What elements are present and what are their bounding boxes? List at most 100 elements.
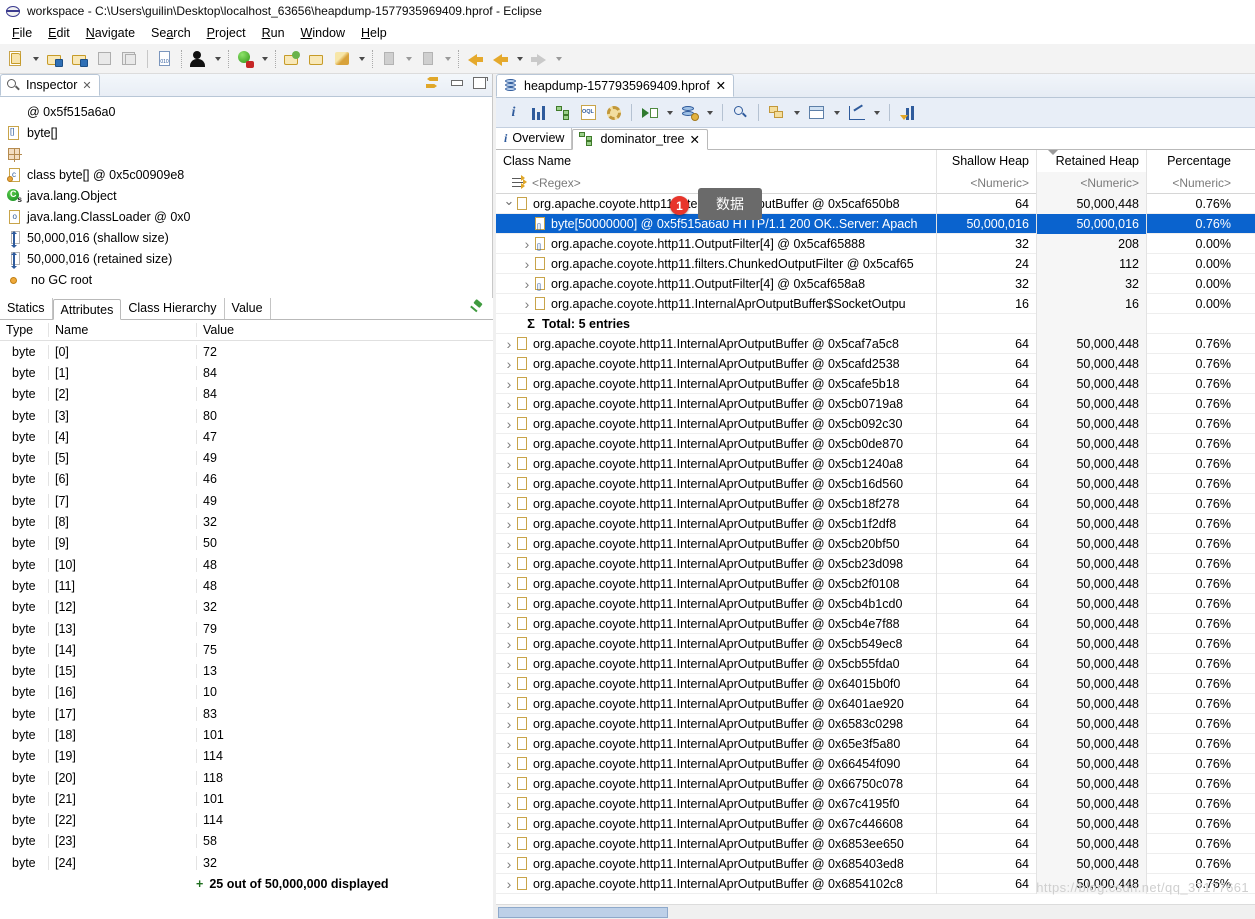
run-button[interactable] (233, 47, 257, 71)
calculator-button[interactable] (805, 101, 828, 124)
close-icon[interactable]: ✕ (82, 79, 91, 92)
expand-twisty-icon[interactable] (502, 694, 516, 714)
menu-run[interactable]: Run (254, 24, 293, 42)
table-row[interactable]: org.apache.coyote.http11.InternalAprOutp… (496, 794, 1255, 814)
find-button[interactable] (729, 101, 752, 124)
attribute-row[interactable]: byte[5]49 (0, 447, 493, 468)
attribute-row[interactable]: byte[12]32 (0, 597, 493, 618)
table-row[interactable]: org.apache.coyote.http11.InternalAprOutp… (496, 574, 1255, 594)
open-folder-button[interactable] (305, 47, 329, 71)
expand-twisty-icon[interactable] (502, 554, 516, 574)
tab-dominator-tree[interactable]: dominator_tree ✕ (572, 129, 708, 150)
attribute-row[interactable]: byte[23]58 (0, 831, 493, 852)
horizontal-scrollbar[interactable] (496, 904, 1255, 919)
pin-icon[interactable] (469, 301, 483, 315)
tab-inspector[interactable]: Inspector ✕ (0, 74, 100, 96)
table-row[interactable]: org.apache.coyote.http11.InternalAprOutp… (496, 714, 1255, 734)
inspector-row-class[interactable]: class byte[] @ 0x5c00909e8 (4, 164, 492, 185)
compare-button[interactable] (896, 101, 919, 124)
table-row[interactable]: org.apache.coyote.http11.InternalAprOutp… (496, 334, 1255, 354)
expand-twisty-icon[interactable] (502, 594, 516, 614)
step-return-dropdown[interactable] (441, 47, 454, 71)
quick-fix-dropdown[interactable] (355, 47, 368, 71)
back-dropdown[interactable] (513, 47, 526, 71)
calculator-dropdown[interactable] (830, 101, 843, 125)
attribute-row[interactable]: byte[13]79 (0, 618, 493, 639)
table-row[interactable]: org.apache.coyote.http11.InternalAprOutp… (496, 354, 1255, 374)
inspector-row-retained-size[interactable]: 50,000,016 (retained size) (4, 248, 492, 269)
collapse-twisty-icon[interactable] (502, 194, 516, 214)
table-row[interactable]: org.apache.coyote.http11.InternalAprOutp… (496, 394, 1255, 414)
attribute-row[interactable]: byte[16]10 (0, 682, 493, 703)
table-row[interactable]: org.apache.coyote.http11.InternalAprOutp… (496, 434, 1255, 454)
back-marker-button[interactable] (463, 47, 487, 71)
debug-dropdown[interactable] (211, 47, 224, 71)
expand-twisty-icon[interactable] (502, 434, 516, 454)
table-row[interactable]: org.apache.coyote.http11.InternalAprOutp… (496, 534, 1255, 554)
bytecode-button[interactable] (153, 47, 177, 71)
column-header-value[interactable]: Value (196, 323, 493, 337)
close-icon[interactable]: ✕ (690, 132, 700, 147)
tab-value[interactable]: Value (225, 298, 271, 319)
column-header-name[interactable]: Name (48, 323, 196, 337)
table-row[interactable]: org.apache.coyote.http11.InternalAprOutp… (496, 734, 1255, 754)
table-row[interactable]: org.apache.coyote.http11.InternalAprOutp… (496, 474, 1255, 494)
filter-percentage[interactable]: <Numeric> (1146, 172, 1238, 194)
tab-class-hierarchy[interactable]: Class Hierarchy (121, 298, 224, 319)
expand-twisty-icon[interactable] (502, 714, 516, 734)
tab-attributes[interactable]: Attributes (53, 299, 122, 320)
open-package-button[interactable] (280, 47, 304, 71)
back-button[interactable] (488, 47, 512, 71)
table-row[interactable]: org.apache.coyote.http11.InternalAprOutp… (496, 594, 1255, 614)
run-expert-system-button[interactable] (638, 101, 661, 124)
expand-twisty-icon[interactable] (502, 814, 516, 834)
horizontal-scrollbar-thumb[interactable] (498, 907, 668, 918)
new-wizard-button[interactable] (4, 47, 28, 71)
expand-twisty-icon[interactable] (502, 454, 516, 474)
expand-twisty-icon[interactable] (520, 234, 534, 254)
inspector-row-address[interactable]: @ 0x5f515a6a0 (4, 101, 492, 122)
inspector-row-gc-root[interactable]: no GC root (4, 269, 492, 290)
table-row[interactable]: org.apache.coyote.http11.InternalAprOutp… (496, 774, 1255, 794)
table-row[interactable]: org.apache.coyote.http11.InternalAprOutp… (496, 554, 1255, 574)
attribute-row[interactable]: byte[4]47 (0, 426, 493, 447)
table-row[interactable]: org.apache.coyote.http11.InternalAprOutp… (496, 514, 1255, 534)
calculate-retained-size-button[interactable] (602, 101, 625, 124)
table-row[interactable]: org.apache.coyote.http11.InternalAprOutp… (496, 854, 1255, 874)
attribute-row[interactable]: byte[14]75 (0, 639, 493, 660)
table-row[interactable]: org.apache.coyote.http11.InternalAprOutp… (496, 414, 1255, 434)
expand-twisty-icon[interactable] (502, 754, 516, 774)
expand-twisty-icon[interactable] (502, 334, 516, 354)
expand-twisty-icon[interactable] (502, 634, 516, 654)
forward-dropdown[interactable] (552, 47, 565, 71)
attribute-row[interactable]: byte[1]84 (0, 362, 493, 383)
filter-retained-heap[interactable]: <Numeric> (1036, 172, 1146, 194)
dominator-tree-button[interactable] (552, 101, 575, 124)
inspector-row-type[interactable]: byte[] (4, 122, 492, 143)
expand-twisty-icon[interactable] (502, 854, 516, 874)
table-row[interactable]: org.apache.coyote.http11.InternalAprOutp… (496, 834, 1255, 854)
table-row[interactable]: org.apache.coyote.http11.filters.Chunked… (496, 254, 1255, 274)
table-row[interactable]: org.apache.coyote.http11.InternalAprOutp… (496, 754, 1255, 774)
inspector-row-superclass[interactable]: s java.lang.Object (4, 185, 492, 206)
run-expert-system-dropdown[interactable] (663, 101, 676, 125)
expand-twisty-icon[interactable] (502, 674, 516, 694)
open-heap-dump-button[interactable] (68, 47, 92, 71)
overview-info-button[interactable]: i (502, 101, 525, 124)
table-row[interactable]: org.apache.coyote.http11.InternalAprOutp… (496, 874, 1255, 894)
column-header-class-name[interactable]: Class Name (496, 150, 936, 172)
attribute-row[interactable]: byte[9]50 (0, 533, 493, 554)
attribute-row[interactable]: byte[19]114 (0, 746, 493, 767)
expand-twisty-icon[interactable] (502, 894, 516, 895)
attribute-row[interactable]: byte[7]49 (0, 490, 493, 511)
menu-search[interactable]: Search (143, 24, 199, 42)
expand-twisty-icon[interactable] (502, 414, 516, 434)
expand-more-icon[interactable]: + (196, 877, 203, 891)
attribute-row[interactable]: byte[17]83 (0, 703, 493, 724)
attribute-row[interactable]: byte[22]114 (0, 810, 493, 831)
expand-twisty-icon[interactable] (502, 474, 516, 494)
close-icon[interactable]: ✕ (716, 78, 726, 93)
attribute-row[interactable]: byte[3]80 (0, 405, 493, 426)
table-row[interactable]: org.apache.coyote.http11.InternalAprOutp… (496, 494, 1255, 514)
menu-window[interactable]: Window (293, 24, 353, 42)
